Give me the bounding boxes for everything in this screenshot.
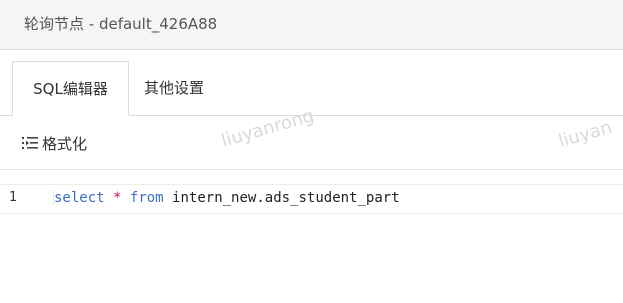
line-number: 1 <box>9 190 17 205</box>
dialog-title: 轮询节点 - default_426A88 <box>24 15 218 33</box>
keyword-select: select <box>54 190 105 206</box>
format-button[interactable]: 格式化 <box>22 131 87 155</box>
format-label: 格式化 <box>42 134 88 153</box>
operator-star: * <box>113 190 122 206</box>
sql-editor[interactable]: 1 select * from intern_new.ads_student_p… <box>0 184 623 214</box>
code-line[interactable]: select * from intern_new.ads_student_par… <box>53 190 400 206</box>
line-gutter: 1 <box>0 185 48 213</box>
tab-sql-editor[interactable]: SQL编辑器 <box>12 61 129 116</box>
keyword-from: from <box>129 190 164 206</box>
tab-bar: SQL编辑器 其他设置 <box>0 50 623 116</box>
dialog-header: 轮询节点 - default_426A88 <box>0 0 623 50</box>
format-icon <box>22 137 38 149</box>
tab-other-settings[interactable]: 其他设置 <box>144 61 224 116</box>
editor-toolbar: 格式化 <box>0 116 623 170</box>
table-name: intern_new.ads_student_part <box>172 190 400 206</box>
